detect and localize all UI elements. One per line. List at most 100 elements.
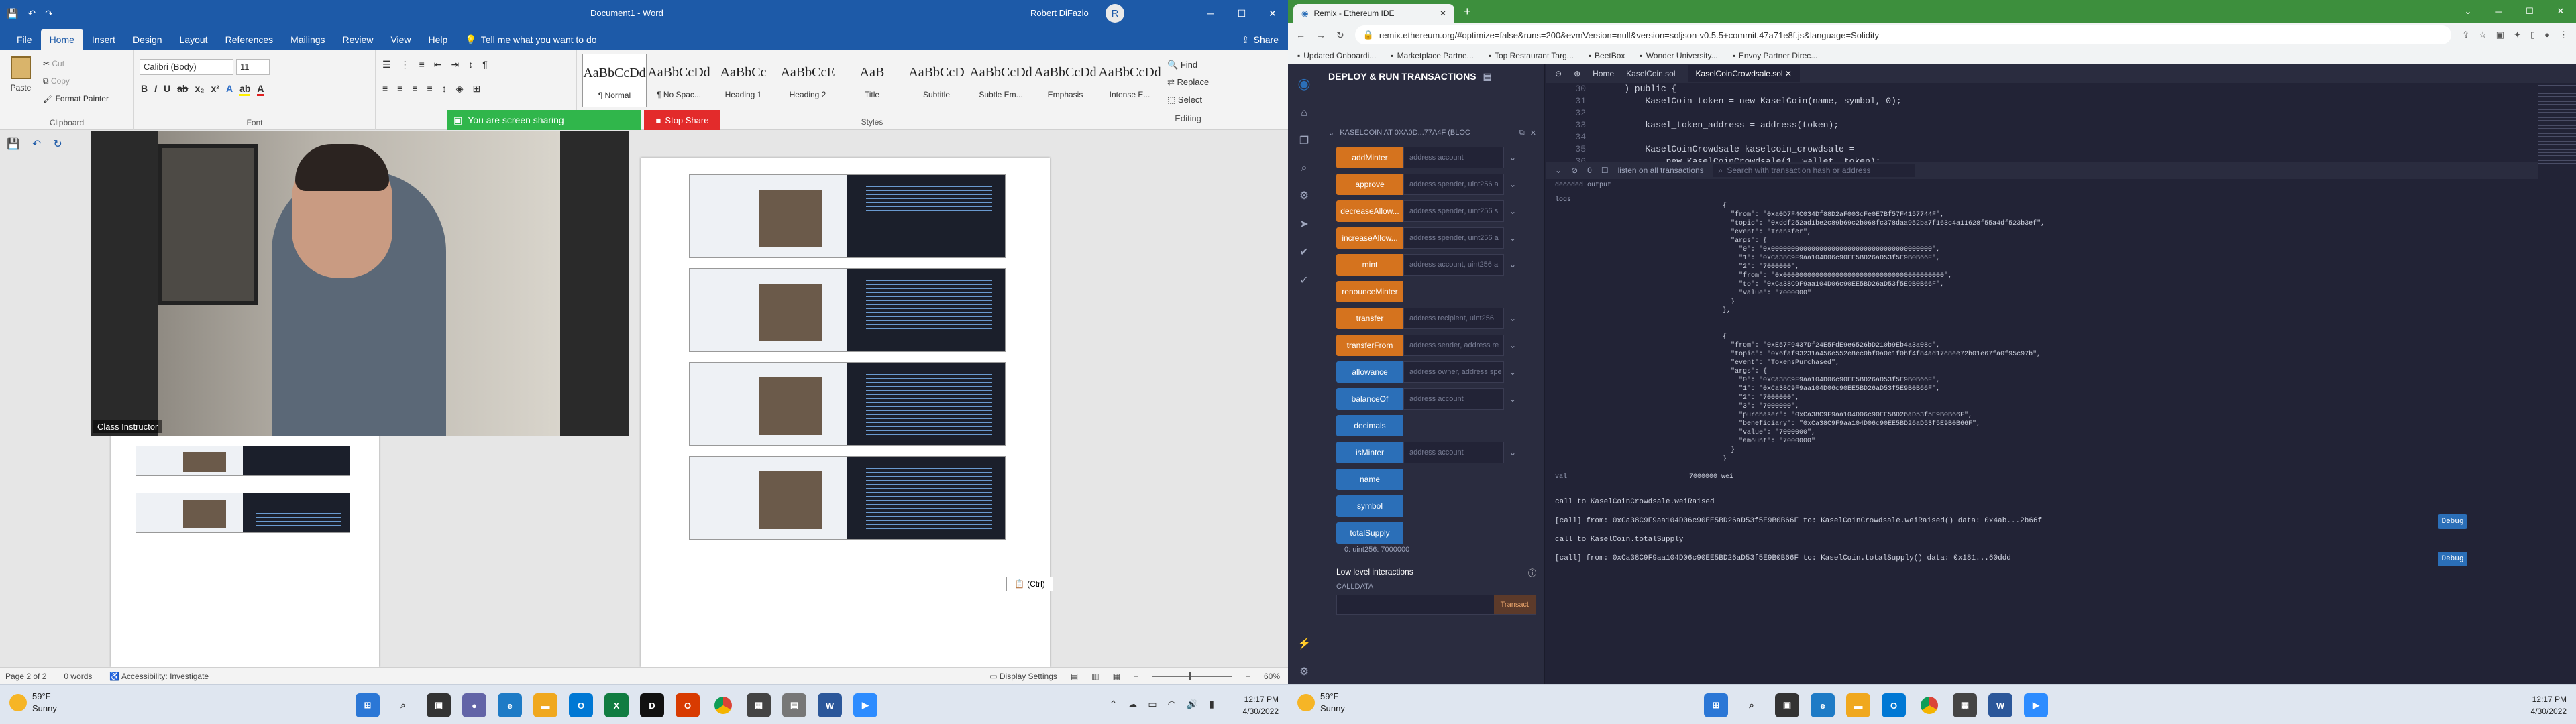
copy-icon[interactable]: ⧉ <box>1519 129 1525 137</box>
search-icon[interactable]: ⌕ <box>1739 693 1764 717</box>
bookmark-item[interactable]: ▪ Marketplace Partne... <box>1391 51 1473 60</box>
terminal-search[interactable]: ⌕ Search with transaction hash or addres… <box>1713 164 1915 177</box>
app-icon[interactable]: ▦ <box>1953 693 1977 717</box>
office-icon[interactable]: O <box>676 693 700 717</box>
paste-options-button[interactable]: 📋 (Ctrl) <box>1006 577 1053 591</box>
function-button[interactable]: totalSupply <box>1336 522 1403 544</box>
editor-tab[interactable]: KaselCoin.sol <box>1626 69 1675 78</box>
function-input[interactable]: address spender, uint256 a <box>1403 227 1504 249</box>
zoom-slider[interactable] <box>1151 672 1232 680</box>
menu-icon[interactable]: ⋮ <box>2559 29 2568 40</box>
listen-checkbox[interactable]: ☐ <box>1601 166 1609 175</box>
puzzle-icon[interactable]: ✦ <box>2514 29 2521 40</box>
function-button[interactable]: isMinter <box>1336 442 1403 463</box>
redo-icon[interactable]: ↷ <box>45 8 53 19</box>
function-button[interactable]: approve <box>1336 174 1403 195</box>
style-item[interactable]: AaBbCcDd ¶ Normal <box>582 54 647 107</box>
function-input[interactable]: address sender, address re <box>1403 335 1504 356</box>
url-field[interactable]: 🔒 remix.ethereum.org/#optimize=false&run… <box>1354 25 2452 44</box>
function-button[interactable]: addMinter <box>1336 147 1403 168</box>
app-icon[interactable]: ▦ <box>747 693 771 717</box>
borders-icon[interactable]: ⊞ <box>472 83 480 95</box>
forward-icon[interactable]: → <box>1316 29 1326 40</box>
bookmark-item[interactable]: ▪ Updated Onboardi... <box>1297 51 1376 60</box>
reload-icon[interactable]: ↻ <box>1336 29 1344 41</box>
font-color-icon[interactable]: A <box>257 83 264 96</box>
debugger-icon[interactable]: ✔ <box>1299 245 1308 259</box>
chevron-down-icon[interactable]: ⌄ <box>1504 314 1521 323</box>
function-button[interactable]: decreaseAllow... <box>1336 200 1403 222</box>
chat-icon[interactable]: ● <box>462 693 486 717</box>
edge-icon[interactable]: e <box>498 693 522 717</box>
chevron-down-icon[interactable]: ⌄ <box>1504 367 1521 377</box>
volume-icon[interactable]: 🔊 <box>1187 699 1198 710</box>
function-button[interactable]: mint <box>1336 254 1403 276</box>
style-item[interactable]: AaBbCcDd Subtle Em... <box>969 54 1033 107</box>
tell-me-search[interactable]: 💡 Tell me what you want to do <box>456 29 605 50</box>
style-item[interactable]: AaBbCcD Subtitle <box>904 54 969 107</box>
dell-icon[interactable]: D <box>640 693 664 717</box>
align-right-icon[interactable]: ≡ <box>412 83 417 95</box>
function-input[interactable]: address account, uint256 a <box>1403 254 1504 276</box>
deploy-icon[interactable]: ➤ <box>1299 217 1308 231</box>
increase-indent-icon[interactable]: ⇥ <box>451 59 459 70</box>
zoom-level[interactable]: 60% <box>1264 672 1280 681</box>
close-icon[interactable]: ✕ <box>2545 0 2576 23</box>
sidebar-icon[interactable]: ▯ <box>2530 29 2535 40</box>
function-button[interactable]: increaseAllow... <box>1336 227 1403 249</box>
function-button[interactable]: name <box>1336 469 1403 490</box>
file-explorer-icon[interactable]: ▬ <box>533 693 557 717</box>
select-button[interactable]: ⬚ Select <box>1167 91 1209 109</box>
page-right[interactable]: 📋 (Ctrl) <box>641 158 1053 667</box>
editor-tab[interactable]: Home <box>1593 69 1614 78</box>
taskbar-clock[interactable]: 12:17 PM 4/30/2022 <box>1243 693 1279 717</box>
show-marks-icon[interactable]: ¶ <box>482 59 488 70</box>
star-icon[interactable]: ☆ <box>2479 29 2487 40</box>
word-count[interactable]: 0 words <box>64 672 92 681</box>
function-input[interactable]: address account <box>1403 388 1504 410</box>
highlight-icon[interactable]: ab <box>239 83 251 96</box>
style-item[interactable]: AaBbCcDd Intense E... <box>1097 54 1162 107</box>
font-family-select[interactable]: Calibri (Body) <box>140 59 233 75</box>
replace-button[interactable]: ⇄ Replace <box>1167 74 1209 91</box>
find-button[interactable]: 🔍 Find <box>1167 56 1209 74</box>
copy-button[interactable]: ⧉ Copy <box>43 72 109 90</box>
remix-logo-icon[interactable]: ◉ <box>1297 75 1310 93</box>
subscript-icon[interactable]: x₂ <box>195 83 204 96</box>
weather-widget[interactable]: 59°F Sunny <box>9 690 57 715</box>
italic-icon[interactable]: I <box>154 83 157 96</box>
paste-button[interactable]: Paste <box>8 56 34 103</box>
file-explorer-icon[interactable]: ▬ <box>1846 693 1870 717</box>
app-icon[interactable]: ▤ <box>782 693 806 717</box>
chevron-down-icon[interactable]: ⌄ <box>1504 206 1521 216</box>
file-explorer-icon[interactable]: ❐ <box>1299 134 1309 147</box>
close-icon[interactable]: ✕ <box>1257 0 1288 27</box>
zoom-app-icon[interactable]: ▶ <box>853 693 877 717</box>
clear-icon[interactable]: ⊘ <box>1571 166 1578 175</box>
info-icon[interactable]: ⓘ <box>1528 567 1536 579</box>
calldata-input[interactable]: Transact <box>1336 595 1536 615</box>
function-button[interactable]: decimals <box>1336 415 1403 436</box>
bookmark-item[interactable]: ▪ Envoy Partner Direc... <box>1733 51 1818 60</box>
weather-widget[interactable]: 59°F Sunny <box>1297 690 1345 715</box>
chevron-down-icon[interactable]: ⌄ <box>1504 394 1521 404</box>
bookmark-item[interactable]: ▪ BeetBox <box>1589 51 1625 60</box>
chevron-down-icon[interactable]: ⌄ <box>1555 166 1562 175</box>
search-icon[interactable]: ⌕ <box>391 693 415 717</box>
bold-icon[interactable]: B <box>141 83 148 96</box>
function-button[interactable]: transfer <box>1336 308 1403 329</box>
extension-icon[interactable]: ▣ <box>2496 29 2504 40</box>
task-view-icon[interactable]: ▣ <box>427 693 451 717</box>
function-input[interactable]: address account <box>1403 147 1504 168</box>
function-input[interactable]: address spender, uint256 a <box>1403 174 1504 195</box>
undo-icon[interactable]: ↶ <box>28 8 36 19</box>
redo-icon[interactable]: ↻ <box>53 137 62 151</box>
page-count[interactable]: Page 2 of 2 <box>5 672 46 681</box>
align-center-icon[interactable]: ≡ <box>397 83 402 95</box>
debug-button[interactable]: Debug <box>2438 514 2467 529</box>
tab-mailings[interactable]: Mailings <box>282 29 333 50</box>
compiler-icon[interactable]: ⚙ <box>1299 189 1309 202</box>
style-item[interactable]: AaBbCcE Heading 2 <box>775 54 840 107</box>
close-icon[interactable]: ✕ <box>1530 129 1536 137</box>
undo-icon[interactable]: ↶ <box>32 137 41 151</box>
